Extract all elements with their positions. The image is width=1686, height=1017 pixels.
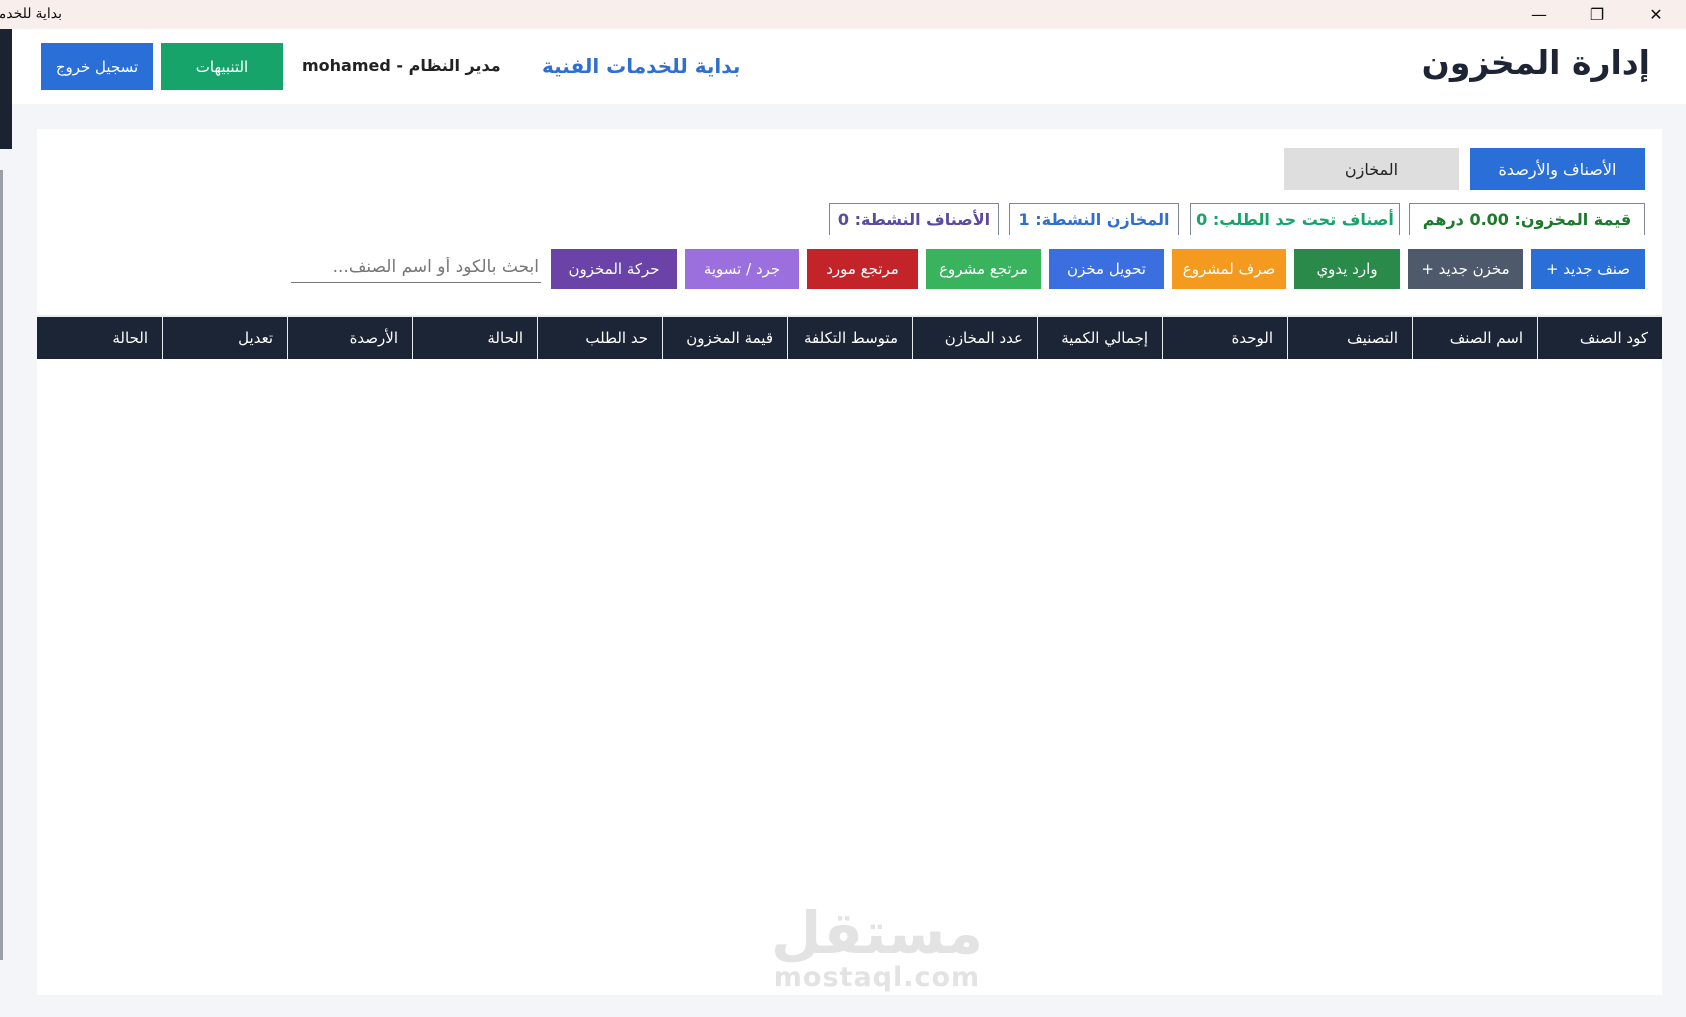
issue-to-project-button[interactable]: صرف لمشروع <box>1172 249 1286 289</box>
page-title: إدارة المخزون <box>1421 43 1650 82</box>
project-return-button[interactable]: مرتجع مشروع <box>926 249 1041 289</box>
close-icon[interactable]: ✕ <box>1627 0 1685 29</box>
stat-inventory-value: قيمة المخزون: 0.00 درهم <box>1409 203 1645 235</box>
user-info: مدير النظام - mohamed <box>302 56 501 75</box>
window-titlebar: بداية للخدمات الفنية — ❐ ✕ <box>0 0 1686 29</box>
col-item-code[interactable]: كود الصنف <box>1537 317 1662 359</box>
app-header: إدارة المخزون بداية للخدمات الفنية مدير … <box>12 29 1686 104</box>
col-inventory-value[interactable]: قيمة المخزون <box>662 317 787 359</box>
company-name: بداية للخدمات الفنية <box>542 54 741 78</box>
col-balances[interactable]: الأرصدة <box>287 317 412 359</box>
maximize-icon[interactable]: ❐ <box>1568 0 1626 29</box>
stocktake-button[interactable]: جرد / تسوية <box>685 249 799 289</box>
search-input[interactable] <box>291 251 541 283</box>
inventory-panel: الأصناف والأرصدة المخازن قيمة المخزون: 0… <box>37 129 1662 995</box>
col-status[interactable]: الحالة <box>412 317 537 359</box>
col-reorder-limit[interactable]: حد الطلب <box>537 317 662 359</box>
col-item-name[interactable]: اسم الصنف <box>1412 317 1537 359</box>
window-scrollbar-edge <box>0 170 3 960</box>
watermark-latin: mostaql.com <box>773 962 981 993</box>
stat-active-items: الأصناف النشطة: 0 <box>829 203 999 235</box>
supplier-return-button[interactable]: مرتجع مورد <box>807 249 918 289</box>
logout-button[interactable]: تسجيل خروج <box>41 43 153 90</box>
col-store-count[interactable]: عدد المخازن <box>912 317 1037 359</box>
stat-below-reorder: أصناف تحت حد الطلب: 0 <box>1190 203 1400 235</box>
watermark-arabic: مستقل <box>770 899 984 967</box>
store-transfer-button[interactable]: تحويل مخزن <box>1049 249 1164 289</box>
manual-receipt-button[interactable]: وارد يدوي <box>1294 249 1400 289</box>
stat-active-stores: المخازن النشطة: 1 <box>1009 203 1179 235</box>
col-unit[interactable]: الوحدة <box>1162 317 1287 359</box>
alerts-button[interactable]: التنبيهات <box>161 43 283 90</box>
col-status-action[interactable]: الحالة <box>37 317 162 359</box>
col-total-quantity[interactable]: إجمالي الكمية <box>1037 317 1162 359</box>
watermark-logo: مستقل mostaql.com <box>757 903 997 993</box>
col-category[interactable]: التصنيف <box>1287 317 1412 359</box>
new-item-button[interactable]: صنف جديد + <box>1531 249 1645 289</box>
col-average-cost[interactable]: متوسط التكلفة <box>787 317 912 359</box>
background-window-edge <box>0 29 12 149</box>
new-store-button[interactable]: مخزن جديد + <box>1408 249 1523 289</box>
stock-movement-button[interactable]: حركة المخزون <box>551 249 677 289</box>
window-title: بداية للخدمات الفنية <box>0 5 62 21</box>
col-edit[interactable]: تعديل <box>162 317 287 359</box>
table-header: كود الصنف اسم الصنف التصنيف الوحدة إجمال… <box>37 315 1662 359</box>
tab-items-balances[interactable]: الأصناف والأرصدة <box>1470 148 1645 190</box>
tab-stores[interactable]: المخازن <box>1284 148 1459 190</box>
minimize-icon[interactable]: — <box>1510 0 1568 29</box>
